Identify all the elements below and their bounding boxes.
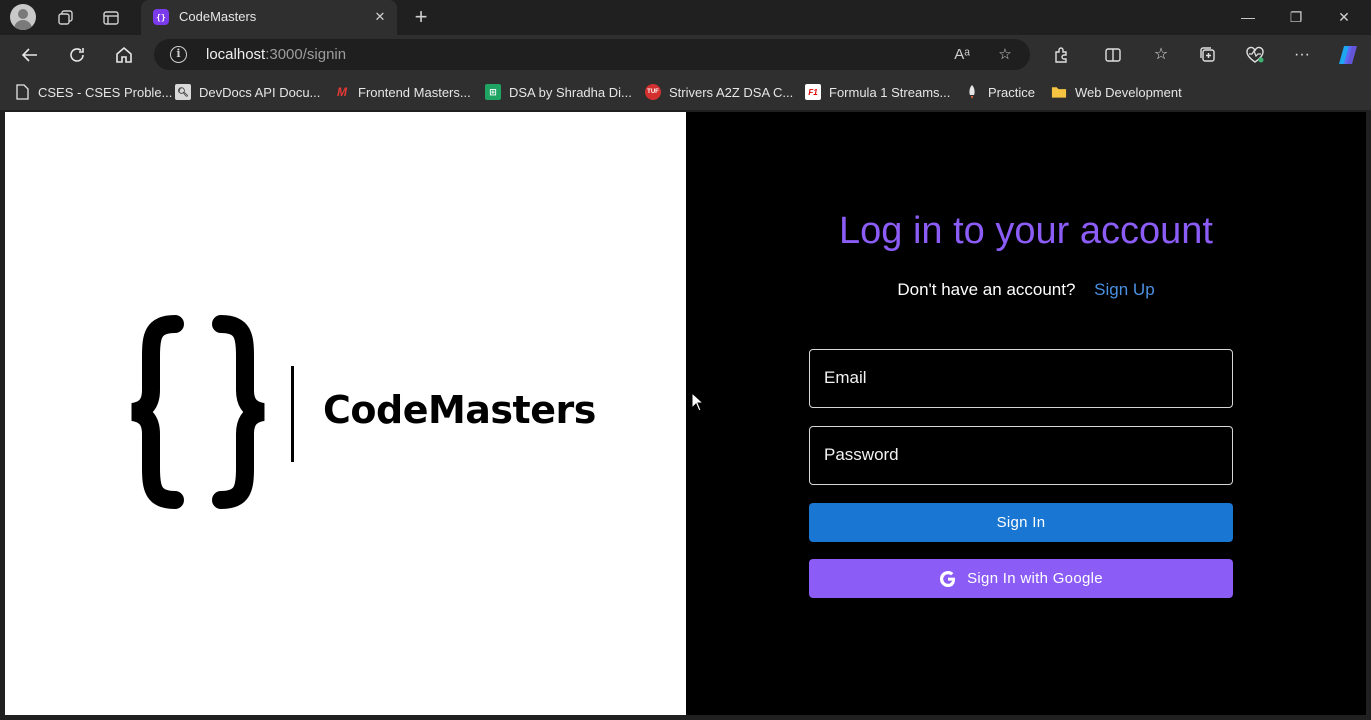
workspaces-icon[interactable]	[53, 5, 79, 31]
devdocs-icon: 🔍︎	[175, 84, 191, 100]
curly-braces-logo-icon	[131, 315, 265, 509]
bookmark-label: Frontend Masters...	[358, 84, 471, 100]
google-button-label: Sign In with Google	[967, 570, 1103, 587]
vertical-tabs-icon[interactable]	[98, 5, 124, 31]
navigation-bar: i localhost:3000/signin A͏ᵃ ☆ ☆ ···	[0, 35, 1371, 75]
more-options-icon[interactable]: ···	[1287, 41, 1317, 69]
bookmark-strivers[interactable]: TUF Strivers A2Z DSA C...	[645, 83, 793, 101]
favorites-icon[interactable]: ☆	[1146, 41, 1176, 69]
rocket-icon	[964, 84, 980, 100]
tuf-icon: TUF	[645, 84, 661, 100]
signup-prompt: Don't have an account? Sign Up	[686, 280, 1366, 300]
signup-link[interactable]: Sign Up	[1094, 280, 1154, 299]
bookmark-practice[interactable]: Practice	[964, 83, 1035, 101]
new-tab-icon[interactable]: +	[408, 4, 434, 30]
bookmark-label: Practice	[988, 84, 1035, 100]
bookmark-label: Web Development	[1075, 84, 1182, 100]
password-label: Password	[824, 445, 899, 464]
bookmark-devdocs[interactable]: 🔍︎ DevDocs API Docu...	[175, 83, 320, 101]
bookmark-cses[interactable]: CSES - CSES Proble...	[14, 83, 172, 101]
signin-panel: Log in to your account Don't have an acc…	[686, 112, 1366, 715]
active-tab[interactable]: {} CodeMasters ✕	[141, 0, 397, 35]
password-field[interactable]: Password	[809, 426, 1233, 485]
read-aloud-icon[interactable]: A͏ᵃ	[951, 44, 973, 66]
tab-close-icon[interactable]: ✕	[371, 8, 389, 26]
folder-icon	[1051, 84, 1067, 100]
signin-button[interactable]: Sign In	[809, 503, 1233, 542]
title-bar: {} CodeMasters ✕ + — ❐ ✕	[0, 0, 1371, 35]
google-signin-button[interactable]: Sign In with Google	[809, 559, 1233, 598]
bookmark-web-development[interactable]: Web Development	[1051, 83, 1182, 101]
bookmark-label: Strivers A2Z DSA C...	[669, 84, 794, 100]
sheets-icon: ⊞	[485, 84, 501, 100]
mouse-cursor-icon	[691, 392, 705, 412]
bookmark-label: CSES - CSES Proble...	[38, 84, 173, 100]
profile-avatar-icon[interactable]	[10, 4, 36, 30]
frontend-masters-icon: M	[337, 85, 347, 99]
window-close-icon[interactable]: ✕	[1321, 0, 1367, 34]
browser-essentials-icon[interactable]	[1240, 41, 1270, 69]
email-field[interactable]: Email	[809, 349, 1233, 408]
split-screen-icon[interactable]	[1098, 41, 1128, 69]
address-bar[interactable]: i localhost:3000/signin A͏ᵃ ☆	[154, 39, 1030, 70]
refresh-icon[interactable]	[62, 41, 92, 69]
site-info-icon[interactable]: i	[170, 46, 187, 63]
bookmark-formula1[interactable]: F1 Formula 1 Streams...	[805, 83, 950, 101]
tab-favicon-icon: {}	[153, 9, 169, 25]
document-icon	[14, 84, 30, 100]
collections-icon[interactable]	[1193, 41, 1223, 69]
bookmark-frontend-masters[interactable]: M Frontend Masters...	[334, 83, 471, 101]
web-page: CodeMasters Log in to your account Don't…	[5, 112, 1366, 715]
google-icon	[940, 570, 956, 587]
bookmarks-bar: CSES - CSES Proble... 🔍︎ DevDocs API Doc…	[0, 75, 1371, 110]
logo-text: CodeMasters	[323, 388, 596, 432]
email-label: Email	[824, 368, 867, 387]
bookmark-dsa-shradha[interactable]: ⊞ DSA by Shradha Di...	[485, 83, 632, 101]
minimize-icon[interactable]: —	[1225, 0, 1271, 34]
favorite-star-icon[interactable]: ☆	[994, 44, 1016, 66]
f1-icon: F1	[805, 84, 821, 100]
extensions-icon[interactable]	[1047, 41, 1077, 69]
page-title: Log in to your account	[839, 210, 1213, 252]
tab-title: CodeMasters	[179, 9, 257, 24]
home-icon[interactable]	[109, 41, 139, 69]
url-text[interactable]: localhost:3000/signin	[206, 46, 346, 63]
no-account-text: Don't have an account?	[897, 280, 1076, 299]
copilot-icon[interactable]	[1333, 41, 1363, 69]
signin-button-label: Sign In	[996, 514, 1046, 531]
brand-panel: CodeMasters	[5, 112, 686, 715]
restore-icon[interactable]: ❐	[1273, 0, 1319, 34]
bookmark-label: Formula 1 Streams...	[829, 84, 951, 100]
bookmark-label: DSA by Shradha Di...	[509, 84, 632, 100]
bookmark-label: DevDocs API Docu...	[199, 84, 321, 100]
back-icon[interactable]	[15, 41, 45, 69]
logo-divider	[291, 366, 294, 462]
